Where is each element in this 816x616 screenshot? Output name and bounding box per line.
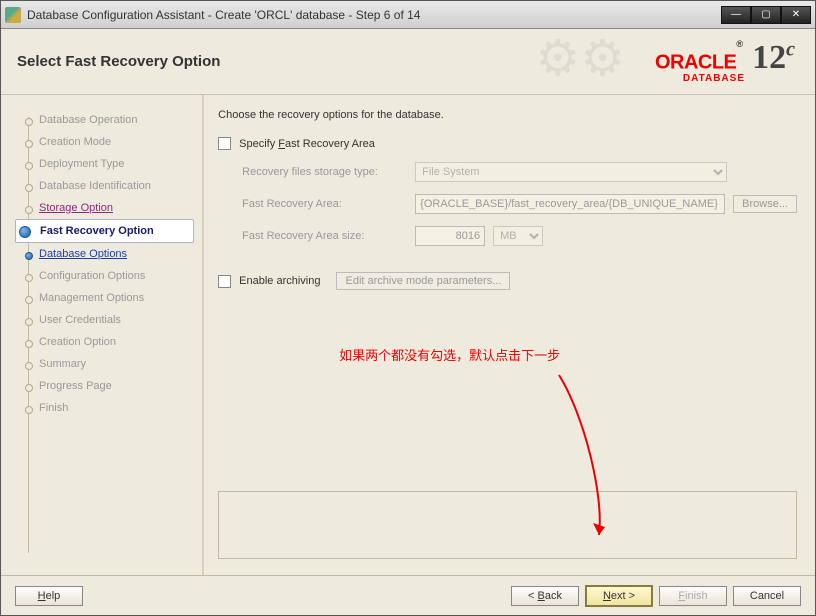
titlebar[interactable]: Database Configuration Assistant - Creat… bbox=[1, 1, 815, 29]
step-management-options: Management Options bbox=[19, 287, 194, 309]
storage-type-label: Recovery files storage type: bbox=[242, 166, 407, 178]
enable-archiving-checkbox[interactable] bbox=[218, 275, 231, 288]
fra-path-label: Fast Recovery Area: bbox=[242, 198, 407, 210]
instruction-text: Choose the recovery options for the data… bbox=[218, 109, 797, 121]
fra-size-input bbox=[415, 226, 485, 246]
step-database-identification: Database Identification bbox=[19, 175, 194, 197]
page-title: Select Fast Recovery Option bbox=[17, 53, 220, 70]
fra-size-label: Fast Recovery Area size: bbox=[242, 230, 407, 242]
step-configuration-options: Configuration Options bbox=[19, 265, 194, 287]
cancel-button[interactable]: Cancel bbox=[733, 586, 801, 606]
step-creation-mode: Creation Mode bbox=[19, 131, 194, 153]
brand-text: ORACLE bbox=[655, 51, 736, 73]
step-summary: Summary bbox=[19, 353, 194, 375]
storage-type-select: File System bbox=[415, 162, 727, 182]
message-panel bbox=[218, 491, 797, 559]
window-title: Database Configuration Assistant - Creat… bbox=[27, 8, 721, 22]
step-fast-recovery-option: Fast Recovery Option bbox=[15, 219, 194, 243]
step-storage-option[interactable]: Storage Option bbox=[19, 197, 194, 219]
java-icon bbox=[5, 7, 21, 23]
minimize-button[interactable]: — bbox=[721, 6, 751, 24]
specify-fra-row: Specify Fast Recovery Area bbox=[218, 137, 797, 150]
header-banner: Select Fast Recovery Option ⚙⚙ ORACLE® 1… bbox=[1, 29, 815, 95]
step-deployment-type: Deployment Type bbox=[19, 153, 194, 175]
oracle-logo: ORACLE® 12c DATABASE bbox=[655, 39, 795, 84]
version-number: 12c bbox=[752, 39, 795, 76]
maximize-button[interactable]: ▢ bbox=[751, 6, 781, 24]
body-area: Database Operation Creation Mode Deploym… bbox=[1, 95, 815, 575]
step-creation-option: Creation Option bbox=[19, 331, 194, 353]
close-button[interactable]: ✕ bbox=[781, 6, 811, 24]
next-button[interactable]: Next > bbox=[585, 585, 653, 607]
product-line: DATABASE bbox=[655, 73, 745, 84]
specify-fra-checkbox[interactable] bbox=[218, 137, 231, 150]
gears-decoration: ⚙⚙ bbox=[535, 29, 625, 87]
main-panel: Choose the recovery options for the data… bbox=[204, 95, 815, 575]
window-controls: — ▢ ✕ bbox=[721, 6, 811, 24]
finish-button: Finish bbox=[659, 586, 727, 606]
footer-bar: Help < Back Next > Finish Cancel bbox=[1, 575, 815, 615]
wizard-sidebar: Database Operation Creation Mode Deploym… bbox=[1, 95, 204, 575]
fra-path-row: Fast Recovery Area: Browse... bbox=[242, 194, 797, 214]
help-button[interactable]: Help bbox=[15, 586, 83, 606]
dbca-window: Database Configuration Assistant - Creat… bbox=[0, 0, 816, 616]
enable-archiving-row: Enable archiving Edit archive mode param… bbox=[218, 272, 797, 290]
annotation-text: 如果两个都没有勾选，默认点击下一步 bbox=[339, 345, 560, 364]
specify-fra-label[interactable]: Specify Fast Recovery Area bbox=[239, 138, 375, 150]
step-user-credentials: User Credentials bbox=[19, 309, 194, 331]
enable-archiving-label[interactable]: Enable archiving bbox=[239, 275, 320, 287]
edit-archive-button: Edit archive mode parameters... bbox=[336, 272, 510, 290]
browse-button: Browse... bbox=[733, 195, 797, 213]
step-database-options[interactable]: Database Options bbox=[19, 243, 194, 265]
step-progress-page: Progress Page bbox=[19, 375, 194, 397]
step-finish: Finish bbox=[19, 397, 194, 419]
storage-type-row: Recovery files storage type: File System bbox=[242, 162, 797, 182]
fra-path-input bbox=[415, 194, 725, 214]
step-database-operation: Database Operation bbox=[19, 109, 194, 131]
back-button[interactable]: < Back bbox=[511, 586, 579, 606]
fra-size-unit-select: MB bbox=[493, 226, 543, 246]
fra-size-row: Fast Recovery Area size: MB bbox=[242, 226, 797, 246]
